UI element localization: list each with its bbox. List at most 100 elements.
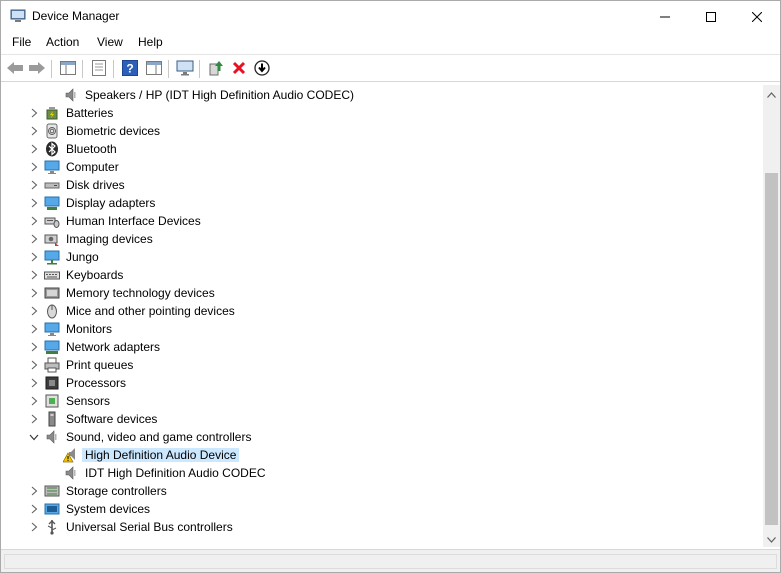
tree-item-label: Bluetooth: [66, 142, 117, 156]
disable-device-button[interactable]: [252, 59, 272, 79]
scroll-down-button[interactable]: [763, 530, 780, 547]
chevron-right-icon[interactable]: [28, 269, 40, 281]
tree-category[interactable]: Disk drives: [3, 176, 763, 194]
monitor-icon: [44, 321, 60, 337]
device-manager-app-icon: [10, 9, 26, 23]
tree-category[interactable]: Software devices: [3, 410, 763, 428]
chevron-right-icon[interactable]: [28, 107, 40, 119]
chevron-right-icon[interactable]: [28, 143, 40, 155]
minimize-button[interactable]: [642, 1, 688, 32]
chevron-right-icon[interactable]: [28, 377, 40, 389]
vertical-scrollbar[interactable]: [763, 85, 780, 547]
tree-category[interactable]: Sound, video and game controllers: [3, 428, 763, 446]
window-title: Device Manager: [32, 9, 120, 23]
properties-button[interactable]: [89, 59, 109, 79]
chevron-right-icon[interactable]: [28, 179, 40, 191]
tree-category[interactable]: Computer: [3, 158, 763, 176]
chevron-right-icon[interactable]: [28, 359, 40, 371]
system-device-icon: [44, 501, 60, 517]
help-button[interactable]: ?: [120, 59, 140, 79]
maximize-button[interactable]: [688, 1, 734, 32]
tree-category[interactable]: Biometric devices: [3, 122, 763, 140]
chevron-down-icon[interactable]: [28, 431, 40, 443]
chevron-right-icon[interactable]: [28, 251, 40, 263]
tree-category[interactable]: Mice and other pointing devices: [3, 302, 763, 320]
tree-category[interactable]: Network adapters: [3, 338, 763, 356]
disable-device-icon: [254, 59, 270, 79]
tree-category[interactable]: Bluetooth: [3, 140, 763, 158]
menu-action[interactable]: Action: [46, 35, 79, 49]
tree-category[interactable]: Storage controllers: [3, 482, 763, 500]
tree-category[interactable]: Display adapters: [3, 194, 763, 212]
tree-item-label: Display adapters: [66, 196, 156, 210]
tree-category[interactable]: Batteries: [3, 104, 763, 122]
menu-file[interactable]: File: [12, 35, 31, 49]
menu-view[interactable]: View: [97, 35, 123, 49]
tree-item-label: Mice and other pointing devices: [66, 304, 235, 318]
chevron-right-icon[interactable]: [28, 341, 40, 353]
chevron-right-icon[interactable]: [28, 215, 40, 227]
tree-device[interactable]: IDT High Definition Audio CODEC: [3, 464, 763, 482]
back-icon: [6, 61, 24, 78]
chevron-right-icon[interactable]: [28, 521, 40, 533]
toolbar-separator: [199, 60, 200, 78]
menu-help[interactable]: Help: [138, 35, 163, 49]
show-hide-console-tree-button[interactable]: [58, 59, 78, 79]
tree-category[interactable]: Sensors: [3, 392, 763, 410]
tree-category[interactable]: System devices: [3, 500, 763, 518]
close-button[interactable]: [734, 1, 780, 32]
back-button[interactable]: [5, 59, 25, 79]
tree-category[interactable]: Processors: [3, 374, 763, 392]
tree-category[interactable]: Keyboards: [3, 266, 763, 284]
tree-item-label: IDT High Definition Audio CODEC: [85, 466, 266, 480]
printer-icon: [44, 357, 60, 373]
tree-item-label: Print queues: [66, 358, 134, 372]
chevron-right-icon[interactable]: [28, 395, 40, 407]
chevron-right-icon[interactable]: [28, 503, 40, 515]
title-bar[interactable]: Device Manager: [1, 1, 780, 32]
tree-category[interactable]: Print queues: [3, 356, 763, 374]
tree-category[interactable]: Human Interface Devices: [3, 212, 763, 230]
uninstall-button[interactable]: [229, 59, 249, 79]
speaker-icon: [44, 429, 60, 445]
chevron-right-icon[interactable]: [28, 485, 40, 497]
tree-item-label: Memory technology devices: [66, 286, 215, 300]
tree-item-label: Imaging devices: [66, 232, 153, 246]
chevron-right-icon[interactable]: [28, 413, 40, 425]
bluetooth-icon: [44, 141, 60, 157]
tree-item-label: Biometric devices: [66, 124, 161, 138]
computer-icon: [44, 159, 60, 175]
action-pane-icon: [146, 60, 162, 78]
scroll-up-button[interactable]: [763, 85, 780, 102]
tree-item-label: Sensors: [66, 394, 111, 408]
tree-category[interactable]: Imaging devices: [3, 230, 763, 248]
properties-icon: [92, 59, 106, 79]
chevron-right-icon[interactable]: [28, 323, 40, 335]
tree-item-label: Speakers / HP (IDT High Definition Audio…: [85, 88, 354, 102]
tree-category[interactable]: Monitors: [3, 320, 763, 338]
chevron-right-icon[interactable]: [28, 287, 40, 299]
scan-hardware-button[interactable]: [175, 59, 195, 79]
scroll-thumb[interactable]: [765, 173, 778, 525]
camera-icon: [44, 231, 60, 247]
chevron-right-icon[interactable]: [28, 125, 40, 137]
forward-button[interactable]: [27, 59, 47, 79]
uninstall-icon: [232, 61, 246, 78]
tree-device[interactable]: Speakers / HP (IDT High Definition Audio…: [3, 86, 763, 104]
tree-category[interactable]: Memory technology devices: [3, 284, 763, 302]
tree-device[interactable]: High Definition Audio Device: [3, 446, 763, 464]
usb-icon: [44, 519, 60, 535]
action-pane-button[interactable]: [144, 59, 164, 79]
chevron-right-icon[interactable]: [28, 161, 40, 173]
device-tree[interactable]: Speakers / HP (IDT High Definition Audio…: [3, 85, 763, 547]
update-driver-button[interactable]: [206, 59, 226, 79]
chevron-right-icon[interactable]: [28, 233, 40, 245]
tree-category[interactable]: Jungo: [3, 248, 763, 266]
chevron-right-icon[interactable]: [28, 305, 40, 317]
svg-text:?: ?: [126, 61, 133, 75]
tree-category[interactable]: Universal Serial Bus controllers: [3, 518, 763, 536]
status-bar: [1, 549, 780, 572]
update-driver-icon: [208, 60, 224, 79]
tree-item-label: Sound, video and game controllers: [66, 430, 252, 444]
chevron-right-icon[interactable]: [28, 197, 40, 209]
